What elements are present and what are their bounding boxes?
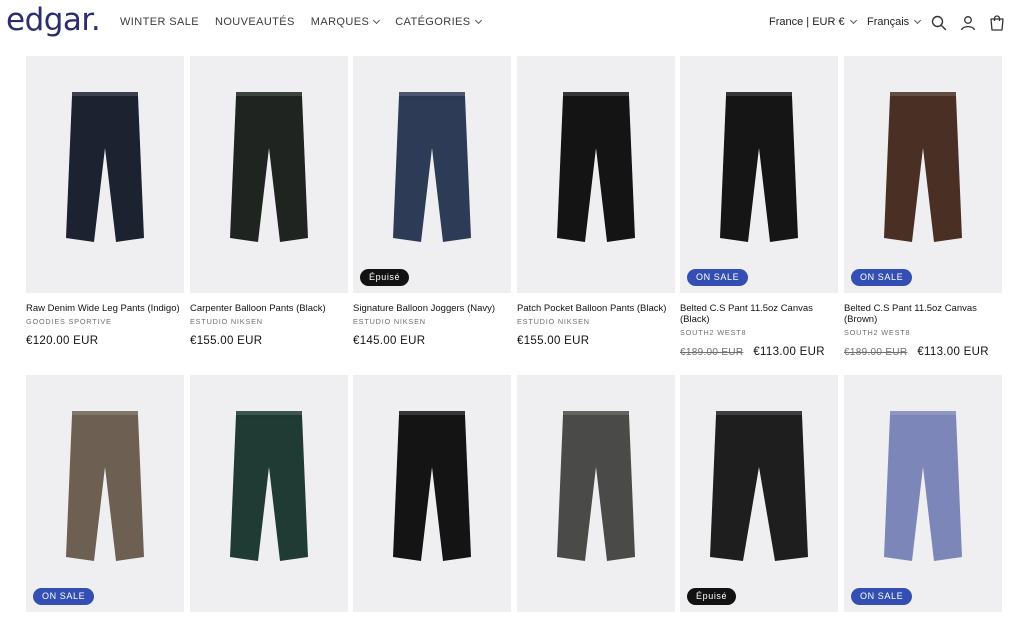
product-brand: ESTUDIO NIKSEN (190, 317, 263, 326)
product-card[interactable]: Carpenter Balloon Pants (Black) ESTUDIO … (190, 56, 348, 347)
product-title[interactable]: Patch Pocket Balloon Pants (Black) (517, 303, 675, 314)
product-brand: SOUTH2 WEST8 (680, 328, 747, 337)
country-currency-label: France | EUR € (769, 16, 845, 28)
original-price: €189.00 EUR (680, 347, 744, 358)
site-header: edgar. WINTER SALE NOUVEAUTÉS MARQUES CA… (0, 0, 1024, 50)
product-price: €155.00 EUR (190, 335, 348, 347)
status-badge: Épuisé (360, 269, 410, 286)
product-title[interactable]: Belted C.S Pant 11.5oz Canvas (Brown) (844, 303, 1002, 325)
main-nav: WINTER SALE NOUVEAUTÉS MARQUES CATÉGORIE… (120, 16, 482, 28)
pants-image (557, 411, 635, 561)
cart-icon[interactable] (988, 14, 1006, 32)
product-card[interactable]: ON SALE Belted C.S Pant 11.5oz Canvas (B… (680, 56, 838, 358)
product-card[interactable]: ON SALE (844, 375, 1002, 612)
nav-label: NOUVEAUTÉS (214, 16, 295, 28)
nav-label: CATÉGORIES (395, 16, 471, 28)
product-image[interactable] (517, 56, 675, 293)
status-badge: ON SALE (851, 588, 913, 605)
pants-image (393, 92, 471, 242)
sale-price: €145.00 EUR (353, 335, 426, 347)
chevron-down-icon (849, 16, 857, 25)
sale-price: €113.00 EUR (753, 346, 825, 358)
status-badge: ON SALE (687, 269, 749, 286)
product-image[interactable] (190, 56, 348, 293)
product-card[interactable]: Raw Denim Wide Leg Pants (Indigo) GOODIE… (26, 56, 184, 347)
pants-image (66, 411, 144, 561)
product-image[interactable]: Épuisé (353, 56, 511, 293)
product-card[interactable]: Épuisé Signature Balloon Joggers (Navy) … (353, 56, 511, 347)
product-image[interactable] (26, 56, 184, 293)
pants-image (884, 411, 962, 561)
nav-label: MARQUES (310, 16, 370, 28)
product-title[interactable]: Raw Denim Wide Leg Pants (Indigo) (26, 303, 184, 314)
product-brand: SOUTH2 WEST8 (844, 328, 911, 337)
product-image[interactable] (353, 375, 511, 612)
nav-winter-sale[interactable]: WINTER SALE (120, 16, 199, 28)
nav-nouveautes[interactable]: NOUVEAUTÉS (215, 16, 295, 28)
product-image[interactable]: ON SALE (844, 56, 1002, 293)
pants-image (557, 92, 635, 242)
product-card[interactable] (517, 375, 675, 612)
nav-label: WINTER SALE (120, 16, 199, 28)
product-price: €145.00 EUR (353, 335, 511, 347)
country-currency-selector[interactable]: France | EUR € (769, 16, 857, 28)
sale-price: €120.00 EUR (26, 335, 99, 347)
pants-image (393, 411, 471, 561)
product-image[interactable]: Épuisé (680, 375, 838, 612)
pants-image (710, 411, 808, 561)
product-title[interactable]: Signature Balloon Joggers (Navy) (353, 303, 511, 314)
product-image[interactable] (190, 375, 348, 612)
status-badge: ON SALE (851, 269, 913, 286)
product-image[interactable] (517, 375, 675, 612)
product-card[interactable]: ON SALE Belted C.S Pant 11.5oz Canvas (B… (844, 56, 1002, 358)
status-badge: Épuisé (687, 588, 737, 605)
product-price: €189.00 EUR €113.00 EUR (844, 346, 1002, 358)
pants-image (720, 92, 798, 242)
sale-price: €155.00 EUR (517, 335, 590, 347)
search-icon[interactable] (930, 14, 948, 32)
chevron-down-icon (914, 16, 922, 25)
language-selector[interactable]: Français (867, 16, 922, 28)
pants-image (66, 92, 144, 242)
status-badge: ON SALE (33, 588, 95, 605)
product-image[interactable]: ON SALE (680, 56, 838, 293)
nav-categories[interactable]: CATÉGORIES (395, 16, 482, 28)
product-image[interactable]: ON SALE (844, 375, 1002, 612)
product-title[interactable]: Belted C.S Pant 11.5oz Canvas (Black) (680, 303, 838, 325)
product-title[interactable]: Carpenter Balloon Pants (Black) (190, 303, 348, 314)
language-label: Français (867, 16, 910, 28)
pants-image (230, 92, 308, 242)
product-card[interactable] (190, 375, 348, 612)
product-card[interactable]: ON SALE (26, 375, 184, 612)
nav-marques[interactable]: MARQUES (310, 16, 381, 28)
pants-image (884, 92, 962, 242)
product-card[interactable] (353, 375, 511, 612)
sale-price: €113.00 EUR (917, 346, 989, 358)
pants-image (230, 411, 308, 561)
original-price: €189.00 EUR (844, 347, 908, 358)
chevron-down-icon (474, 16, 482, 25)
product-card[interactable]: Patch Pocket Balloon Pants (Black) ESTUD… (517, 56, 675, 347)
product-brand: ESTUDIO NIKSEN (353, 317, 426, 326)
product-image[interactable]: ON SALE (26, 375, 184, 612)
account-icon[interactable] (959, 14, 977, 32)
product-price: €155.00 EUR (517, 335, 675, 347)
product-price: €189.00 EUR €113.00 EUR (680, 346, 838, 358)
product-card[interactable]: Épuisé (680, 375, 838, 612)
chevron-down-icon (373, 16, 381, 25)
logo[interactable]: edgar. (6, 2, 101, 38)
sale-price: €155.00 EUR (190, 335, 263, 347)
product-brand: GOODIES SPORTIVE (26, 317, 112, 326)
product-brand: ESTUDIO NIKSEN (517, 317, 590, 326)
product-price: €120.00 EUR (26, 335, 184, 347)
